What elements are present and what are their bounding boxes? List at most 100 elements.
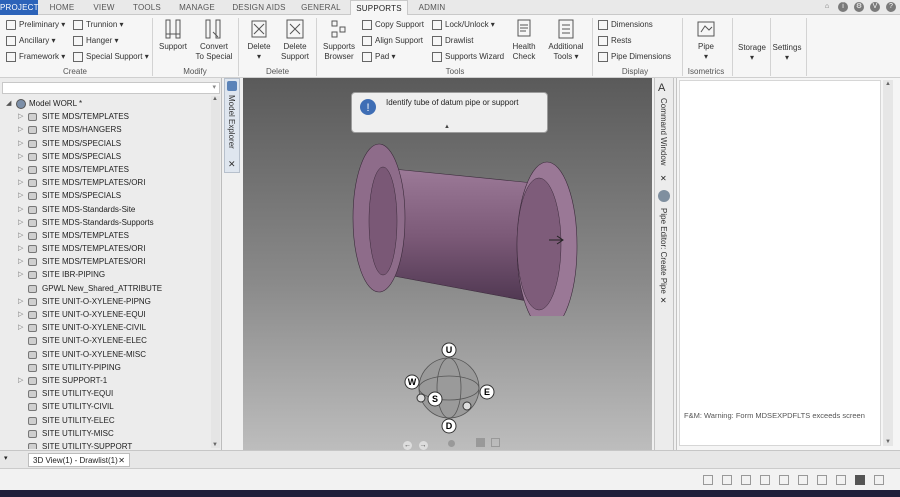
- supports-wizard-button[interactable]: Supports Wizard: [432, 52, 504, 62]
- delete-button[interactable]: Delete ▾: [243, 18, 275, 62]
- tree-item[interactable]: ▷ SITE SUPPORT-1: [0, 374, 210, 387]
- close-icon[interactable]: ✕: [228, 159, 236, 170]
- expand-arrow-icon[interactable]: ▷: [18, 137, 23, 150]
- health-check-button[interactable]: Health Check: [508, 18, 540, 62]
- expand-arrow-icon[interactable]: ▷: [18, 216, 23, 229]
- tab-manage[interactable]: MANAGE: [174, 0, 220, 15]
- expand-arrow-icon[interactable]: ▷: [18, 150, 23, 163]
- doc-tab-3d-view[interactable]: 3D View(1) - Drawlist(1) ✕: [28, 453, 130, 467]
- align-support-button[interactable]: Align Support: [362, 36, 423, 46]
- tree-item[interactable]: GPWL New_Shared_ATTRIBUTE: [0, 282, 210, 295]
- explorer-filter-dropdown[interactable]: ▾: [2, 82, 220, 94]
- framework-button[interactable]: Framework ▾: [6, 52, 65, 62]
- 3d-viewport[interactable]: ! Identify tube of datum pipe or support…: [243, 78, 652, 450]
- help-icon[interactable]: ?: [886, 2, 896, 12]
- expand-arrow-icon[interactable]: ▷: [18, 123, 23, 136]
- grid-toggle-icon[interactable]: [855, 475, 865, 485]
- tree-item[interactable]: SITE UTILITY-ELEC: [0, 414, 210, 427]
- hanger-button[interactable]: Hanger ▾: [73, 36, 119, 46]
- tree-item[interactable]: ▷ SITE IBR-PIPING: [0, 268, 210, 281]
- tree-item[interactable]: SITE UTILITY-CIVIL: [0, 400, 210, 413]
- tree-item[interactable]: ▷ SITE MDS/TEMPLATES/ORI: [0, 176, 210, 189]
- collapse-arrow-icon[interactable]: ◢: [6, 97, 11, 110]
- scroll-up-icon[interactable]: ▲: [212, 96, 218, 102]
- user-icon[interactable]: V: [870, 2, 880, 12]
- tree-item[interactable]: SITE UTILITY-MISC: [0, 427, 210, 440]
- ortho-icon[interactable]: [741, 475, 751, 485]
- ancillary-button[interactable]: Ancillary ▾: [6, 36, 55, 46]
- delete-support-button[interactable]: Delete Support: [278, 18, 312, 62]
- home-icon[interactable]: ⌂: [822, 2, 832, 12]
- dimensions-button[interactable]: Dimensions: [598, 20, 653, 30]
- snap-icon[interactable]: [703, 475, 713, 485]
- grid-icon[interactable]: [722, 475, 732, 485]
- view-cube-icon[interactable]: [475, 438, 485, 447]
- tree-item[interactable]: ▷ SITE MDS/HANGERS: [0, 123, 210, 136]
- gizmo-south-label[interactable]: S: [432, 394, 438, 404]
- expand-arrow-icon[interactable]: ▷: [18, 308, 23, 321]
- otrack-icon[interactable]: [798, 475, 808, 485]
- expand-arrow-icon[interactable]: ▷: [18, 163, 23, 176]
- pad-button[interactable]: Pad ▾: [362, 52, 395, 62]
- close-icon[interactable]: ✕: [660, 296, 667, 305]
- tab-home[interactable]: HOME: [44, 0, 80, 15]
- drawlist-button[interactable]: Drawlist: [432, 36, 473, 46]
- gizmo-down-label[interactable]: D: [446, 421, 453, 431]
- wireframe-cube-icon[interactable]: [491, 438, 501, 447]
- tree-item[interactable]: ▷ SITE MDS/SPECIALS: [0, 150, 210, 163]
- expand-arrow-icon[interactable]: ▷: [18, 374, 23, 387]
- gizmo-up-label[interactable]: U: [446, 345, 453, 355]
- command-scrollbar[interactable]: ▲ ▼: [883, 80, 893, 446]
- tree-item[interactable]: ▷ SITE MDS-Standards-Supports: [0, 216, 210, 229]
- pipe-editor-tab[interactable]: Pipe Editor: Create Pipe: [659, 208, 668, 294]
- supports-browser-button[interactable]: Supports Browser: [320, 18, 358, 62]
- scroll-down-icon[interactable]: ▼: [212, 442, 218, 448]
- tab-general[interactable]: GENERAL: [296, 0, 346, 15]
- tab-project[interactable]: PROJECT: [0, 0, 39, 15]
- tree-item[interactable]: ▷ SITE MDS/TEMPLATES/ORI: [0, 242, 210, 255]
- command-output[interactable]: F&M: Warning: Form MDSEXPDFLTS exceeds s…: [679, 80, 881, 446]
- forward-icon[interactable]: →: [418, 441, 428, 450]
- tree-scrollbar[interactable]: ▲ ▼: [211, 96, 220, 448]
- tree-item[interactable]: ▷ SITE MDS/SPECIALS: [0, 189, 210, 202]
- settings-icon[interactable]: ⚙: [854, 2, 864, 12]
- settings-button[interactable]: Settings ▾: [772, 43, 802, 63]
- back-icon[interactable]: ←: [403, 441, 412, 450]
- close-icon[interactable]: ✕: [660, 174, 667, 183]
- info-icon[interactable]: i: [838, 2, 848, 12]
- scroll-up-icon[interactable]: ▲: [885, 81, 891, 87]
- tree-item[interactable]: ▷ SITE UNIT-O-XYLENE-PIPNG: [0, 295, 210, 308]
- view-cube-gizmo[interactable]: U D W E S: [403, 340, 495, 436]
- preliminary-button[interactable]: Preliminary ▾: [6, 20, 65, 30]
- lock-unlock-button[interactable]: Lock/Unlock ▾: [432, 20, 495, 30]
- tree-root[interactable]: ◢ Model WORL *: [0, 97, 210, 110]
- convert-to-special-button[interactable]: Convert To Special: [193, 18, 235, 62]
- special-support-button[interactable]: Special Support ▾: [73, 52, 149, 62]
- tab-view[interactable]: VIEW: [86, 0, 122, 15]
- rests-button[interactable]: Rests: [598, 36, 631, 46]
- expand-arrow-icon[interactable]: ▷: [18, 189, 23, 202]
- tree-item[interactable]: SITE UTILITY-SUPPORT: [0, 440, 210, 449]
- model-explorer-side-tab[interactable]: Model Explorer ✕: [224, 78, 240, 173]
- tab-design-aids[interactable]: DESIGN AIDS: [228, 0, 290, 15]
- expand-arrow-icon[interactable]: ▷: [18, 203, 23, 216]
- polar-icon[interactable]: [760, 475, 770, 485]
- expand-arrow-icon[interactable]: ▷: [18, 229, 23, 242]
- gizmo-east-label[interactable]: E: [484, 387, 490, 397]
- additional-tools-button[interactable]: Additional Tools ▾: [544, 18, 588, 62]
- expand-arrow-icon[interactable]: ▷: [18, 268, 23, 281]
- tree-item[interactable]: ▷ SITE MDS-Standards-Site: [0, 203, 210, 216]
- lineweight-icon[interactable]: [817, 475, 827, 485]
- tree-item[interactable]: ▷ SITE MDS/SPECIALS: [0, 137, 210, 150]
- tree-item[interactable]: ▷ SITE MDS/TEMPLATES: [0, 163, 210, 176]
- tab-list-arrow-icon[interactable]: ▾: [4, 454, 8, 462]
- osnap-icon[interactable]: [779, 475, 789, 485]
- expand-arrow-icon[interactable]: ▷: [18, 242, 23, 255]
- pipe-model[interactable]: [343, 136, 583, 316]
- expand-arrow-icon[interactable]: ▷: [18, 110, 23, 123]
- pipe-dimensions-button[interactable]: Pipe Dimensions: [598, 52, 671, 62]
- tree-item[interactable]: ▷ SITE MDS/TEMPLATES/ORI: [0, 255, 210, 268]
- trunnion-button[interactable]: Trunnion ▾: [73, 20, 124, 30]
- tree-item[interactable]: SITE UNIT-O-XYLENE-ELEC: [0, 334, 210, 347]
- expand-arrow-icon[interactable]: ▷: [18, 176, 23, 189]
